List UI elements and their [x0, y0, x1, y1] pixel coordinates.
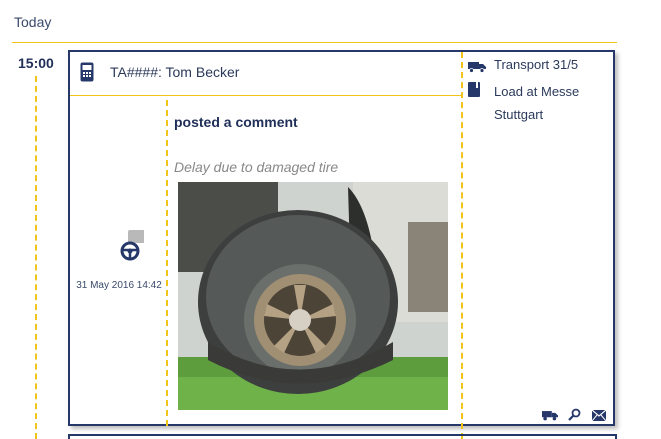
steering-wheel-icon — [120, 230, 148, 261]
speech-bubble-icon — [128, 230, 148, 243]
posted-comment-label: posted a comment — [174, 114, 298, 130]
truck-icon[interactable] — [542, 410, 558, 421]
load-label-line2: Stuttgart — [494, 107, 544, 122]
card-column-divider-right — [461, 52, 463, 439]
header-divider — [70, 95, 462, 96]
event-time: 15:00 — [18, 55, 54, 71]
search-icon[interactable] — [568, 408, 581, 421]
day-label: Today — [14, 14, 52, 30]
book-icon — [468, 82, 480, 97]
event-title[interactable]: TA####: Tom Becker — [110, 64, 239, 80]
load-label-line1: Load at Messe — [494, 84, 580, 99]
card-footer-actions — [536, 408, 607, 426]
truck-icon — [468, 62, 486, 73]
timeline-line — [35, 76, 37, 439]
next-event-card[interactable] — [68, 434, 617, 439]
day-divider — [12, 42, 617, 43]
comment-text: Delay due to damaged tire — [174, 159, 339, 175]
envelope-icon[interactable] — [591, 409, 607, 422]
load-link[interactable]: Load at Messe Stuttgart — [494, 80, 579, 126]
attached-photo[interactable] — [178, 182, 448, 410]
avatar — [70, 230, 168, 275]
mobile-phone-icon — [80, 62, 94, 82]
card-column-divider-left — [166, 100, 168, 426]
comment-date: 31 May 2016 14:42 — [76, 280, 162, 291]
transport-link[interactable]: Transport 31/5 — [494, 57, 578, 72]
event-card[interactable]: TA####: Tom Becker Transport 31/5 Load a… — [68, 50, 615, 426]
